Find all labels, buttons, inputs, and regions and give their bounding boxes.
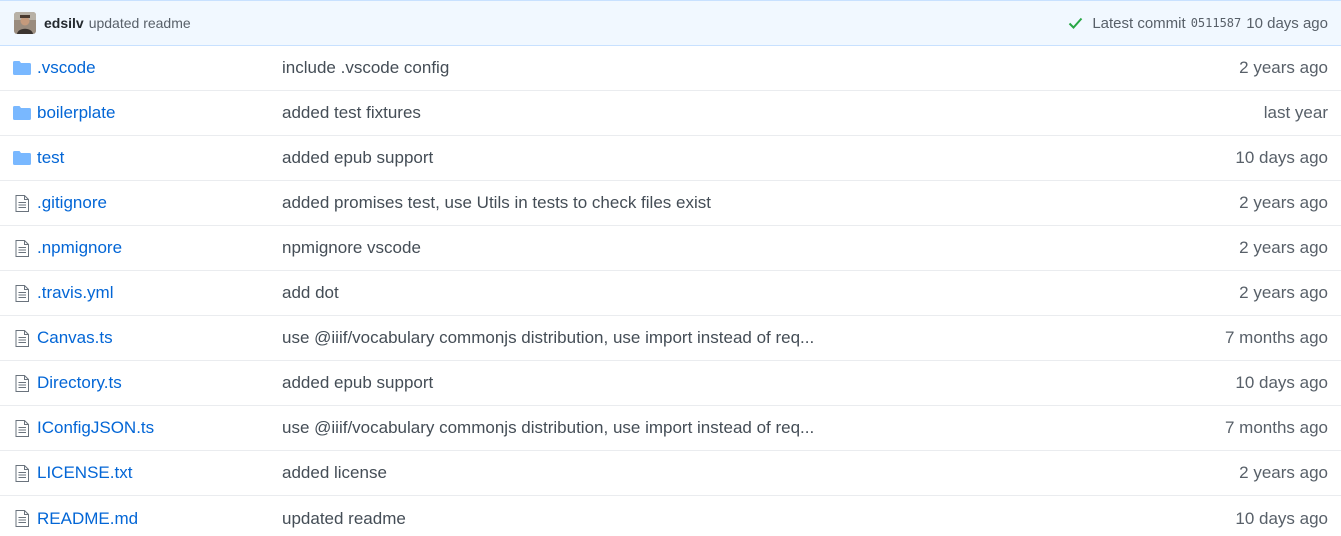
commit-message-link[interactable]: added test fixtures	[282, 103, 1264, 123]
commit-age: 2 years ago	[1239, 58, 1328, 77]
file-name-link[interactable]: Directory.ts	[37, 373, 122, 393]
file-row: boilerplate added test fixtures last yea…	[0, 91, 1341, 136]
file-name-link[interactable]: .vscode	[37, 58, 96, 78]
file-name-cell: Canvas.ts	[12, 328, 282, 348]
commit-message-link[interactable]: updated readme	[89, 15, 191, 31]
file-name-cell: IConfigJSON.ts	[12, 418, 282, 438]
file-icon	[12, 193, 32, 213]
folder-icon	[12, 103, 32, 123]
file-name-link[interactable]: boilerplate	[37, 103, 115, 123]
commit-message-link[interactable]: added epub support	[282, 373, 1235, 393]
commit-age: 10 days ago	[1235, 508, 1328, 528]
file-row: Directory.ts added epub support 10 days …	[0, 361, 1341, 406]
file-name-cell: .vscode	[12, 58, 282, 78]
file-list: .vscode include .vscode config 2 years a…	[0, 46, 1341, 536]
folder-icon	[12, 148, 32, 168]
commit-message-link[interactable]: use @iiif/vocabulary commonjs distributi…	[282, 328, 1225, 348]
file-icon	[12, 283, 32, 303]
commit-age: 2 years ago	[1239, 193, 1328, 212]
file-name-link[interactable]: .travis.yml	[37, 283, 114, 303]
file-name-link[interactable]: .npmignore	[37, 238, 122, 258]
file-name-cell: LICENSE.txt	[12, 463, 282, 483]
file-row: .gitignore added promises test, use Util…	[0, 181, 1341, 226]
file-name-cell: test	[12, 148, 282, 168]
file-name-cell: .npmignore	[12, 238, 282, 258]
check-icon	[1068, 17, 1083, 29]
commit-message-link[interactable]: add dot	[282, 283, 1239, 303]
file-name-link[interactable]: Canvas.ts	[37, 328, 113, 348]
file-name-cell: .gitignore	[12, 193, 282, 213]
commit-age: 2 years ago	[1239, 463, 1328, 482]
commit-message-link[interactable]: npmignore vscode	[282, 238, 1239, 258]
file-name-cell: .travis.yml	[12, 283, 282, 303]
file-row: .npmignore npmignore vscode 2 years ago	[0, 226, 1341, 271]
file-row: .travis.yml add dot 2 years ago	[0, 271, 1341, 316]
file-row: IConfigJSON.ts use @iiif/vocabulary comm…	[0, 406, 1341, 451]
file-name-link[interactable]: .gitignore	[37, 193, 107, 213]
commit-age: last year	[1263, 103, 1328, 122]
file-row: test added epub support 10 days ago	[0, 136, 1341, 181]
file-icon	[12, 463, 32, 483]
file-row: .vscode include .vscode config 2 years a…	[0, 46, 1341, 91]
file-row: Canvas.ts use @iiif/vocabulary commonjs …	[0, 316, 1341, 361]
file-icon	[12, 418, 32, 438]
file-row: README.md updated readme 10 days ago	[0, 496, 1341, 536]
file-name-link[interactable]: LICENSE.txt	[37, 463, 132, 483]
commit-age: 7 months ago	[1224, 418, 1328, 437]
file-name-cell: README.md	[12, 509, 282, 529]
latest-commit-bar: edsilv updated readme Latest commit 0511…	[0, 1, 1341, 46]
latest-commit-label: Latest commit	[1092, 14, 1186, 32]
file-name-link[interactable]: IConfigJSON.ts	[37, 418, 154, 438]
commit-message-link[interactable]: added license	[282, 463, 1239, 483]
file-name-cell: Directory.ts	[12, 373, 282, 393]
file-browser: edsilv updated readme Latest commit 0511…	[0, 0, 1341, 536]
file-row: LICENSE.txt added license 2 years ago	[0, 451, 1341, 496]
commit-message-link[interactable]: updated readme	[282, 509, 1235, 529]
commit-age: 2 years ago	[1239, 238, 1328, 257]
folder-icon	[12, 58, 32, 78]
commit-age: 10 days ago	[1235, 373, 1328, 392]
commit-sha-link[interactable]: 0511587	[1191, 16, 1242, 30]
commit-message-link[interactable]: added promises test, use Utils in tests …	[282, 193, 1239, 213]
commit-age: 7 months ago	[1224, 328, 1328, 347]
commit-message-link[interactable]: include .vscode config	[282, 58, 1239, 78]
commit-age: 2 years ago	[1239, 283, 1328, 302]
file-name-cell: boilerplate	[12, 103, 282, 123]
commit-author-link[interactable]: edsilv	[44, 15, 84, 31]
latest-commit-age: 10 days ago	[1246, 14, 1328, 32]
file-icon	[12, 328, 32, 348]
file-name-link[interactable]: test	[37, 148, 64, 168]
file-icon	[12, 238, 32, 258]
file-icon	[12, 509, 32, 529]
latest-commit-info: Latest commit 0511587 10 days ago	[1068, 15, 1328, 32]
file-name-link[interactable]: README.md	[37, 509, 138, 529]
avatar[interactable]	[14, 12, 36, 34]
commit-message-link[interactable]: added epub support	[282, 148, 1235, 168]
commit-age: 10 days ago	[1235, 148, 1328, 167]
commit-message-link[interactable]: use @iiif/vocabulary commonjs distributi…	[282, 418, 1225, 438]
file-icon	[12, 373, 32, 393]
